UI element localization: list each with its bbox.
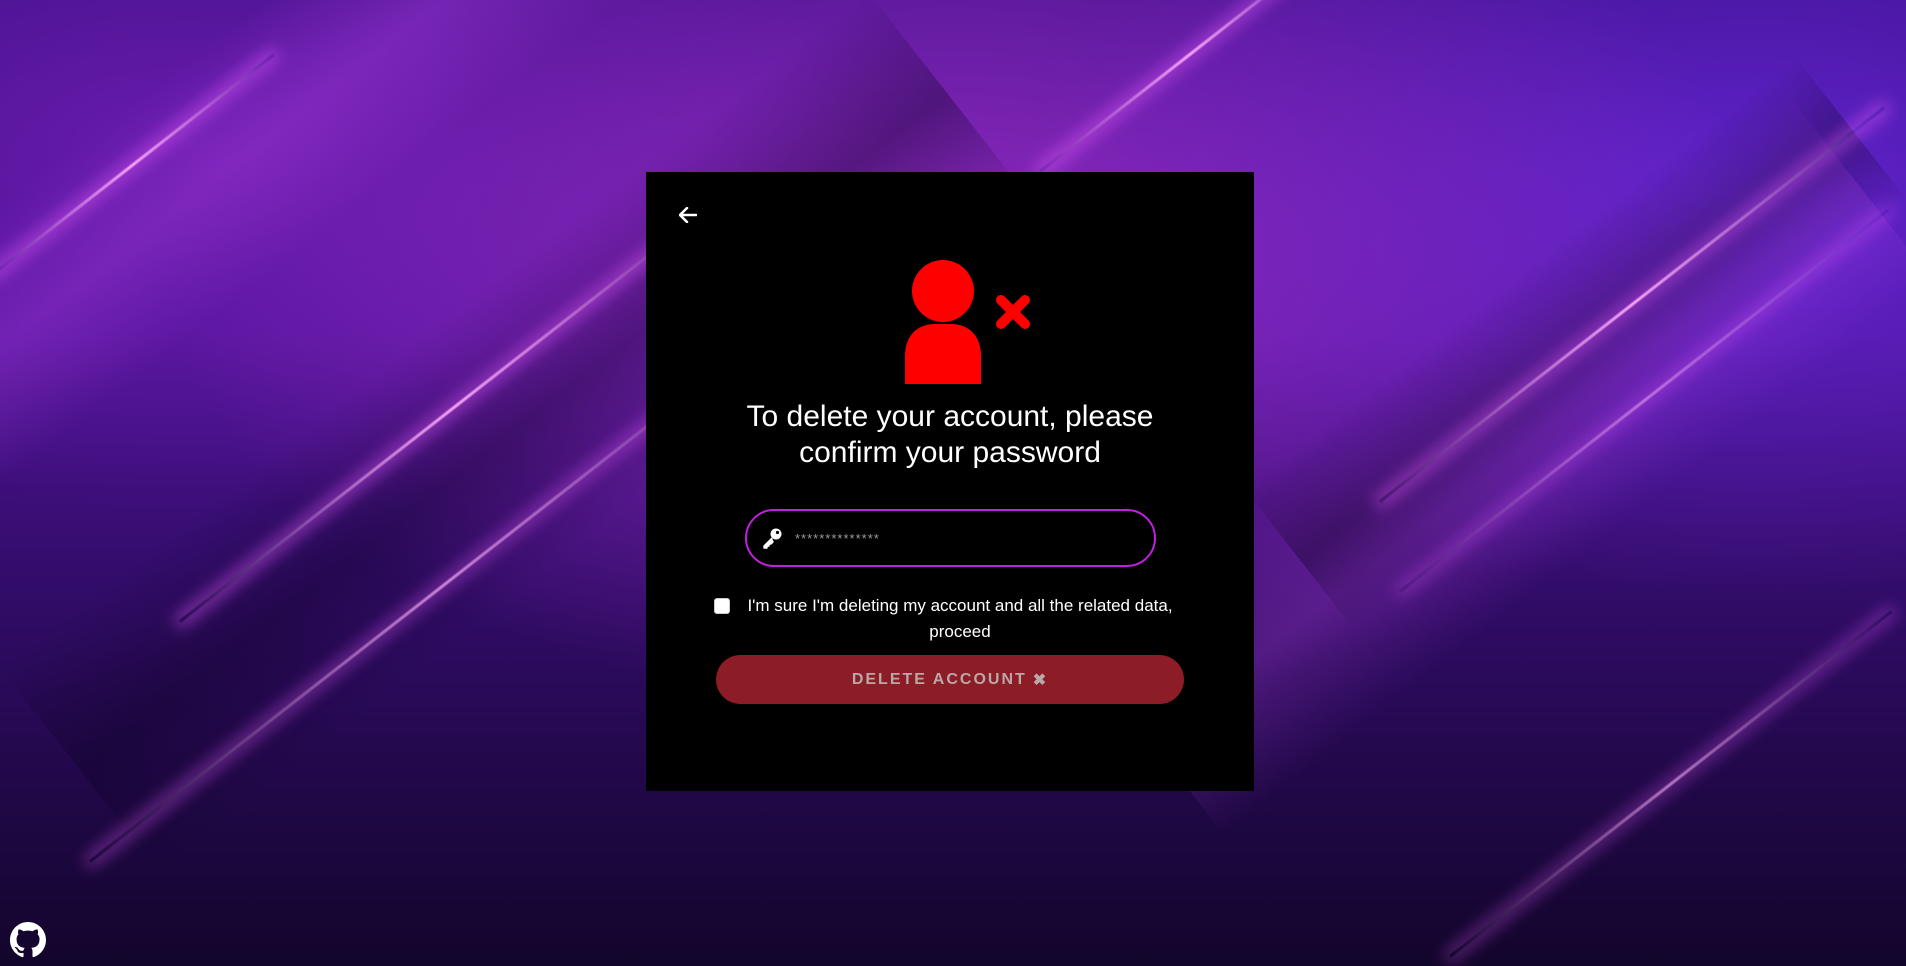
delete-account-label: DELETE ACCOUNT (851, 670, 1027, 688)
delete-account-button[interactable]: DELETE ACCOUNT ✖ (716, 655, 1184, 704)
password-field[interactable] (745, 509, 1156, 567)
page-title: To delete your account, please confirm y… (746, 400, 1154, 469)
user-xmark-icon (905, 260, 1030, 384)
confirm-delete-label: I'm sure I'm deleting my account and all… (747, 596, 1173, 641)
key-icon (763, 528, 782, 549)
password-input[interactable] (793, 529, 1127, 547)
close-icon: ✖ (1032, 671, 1049, 689)
confirm-delete-checkbox[interactable] (714, 598, 730, 614)
delete-account-card: To delete your account, please confirm y… (646, 172, 1254, 791)
arrow-left-icon (679, 207, 697, 223)
back-button[interactable] (675, 202, 701, 228)
confirm-delete-row: I'm sure I'm deleting my account and all… (714, 593, 1184, 645)
github-icon[interactable] (10, 922, 46, 958)
